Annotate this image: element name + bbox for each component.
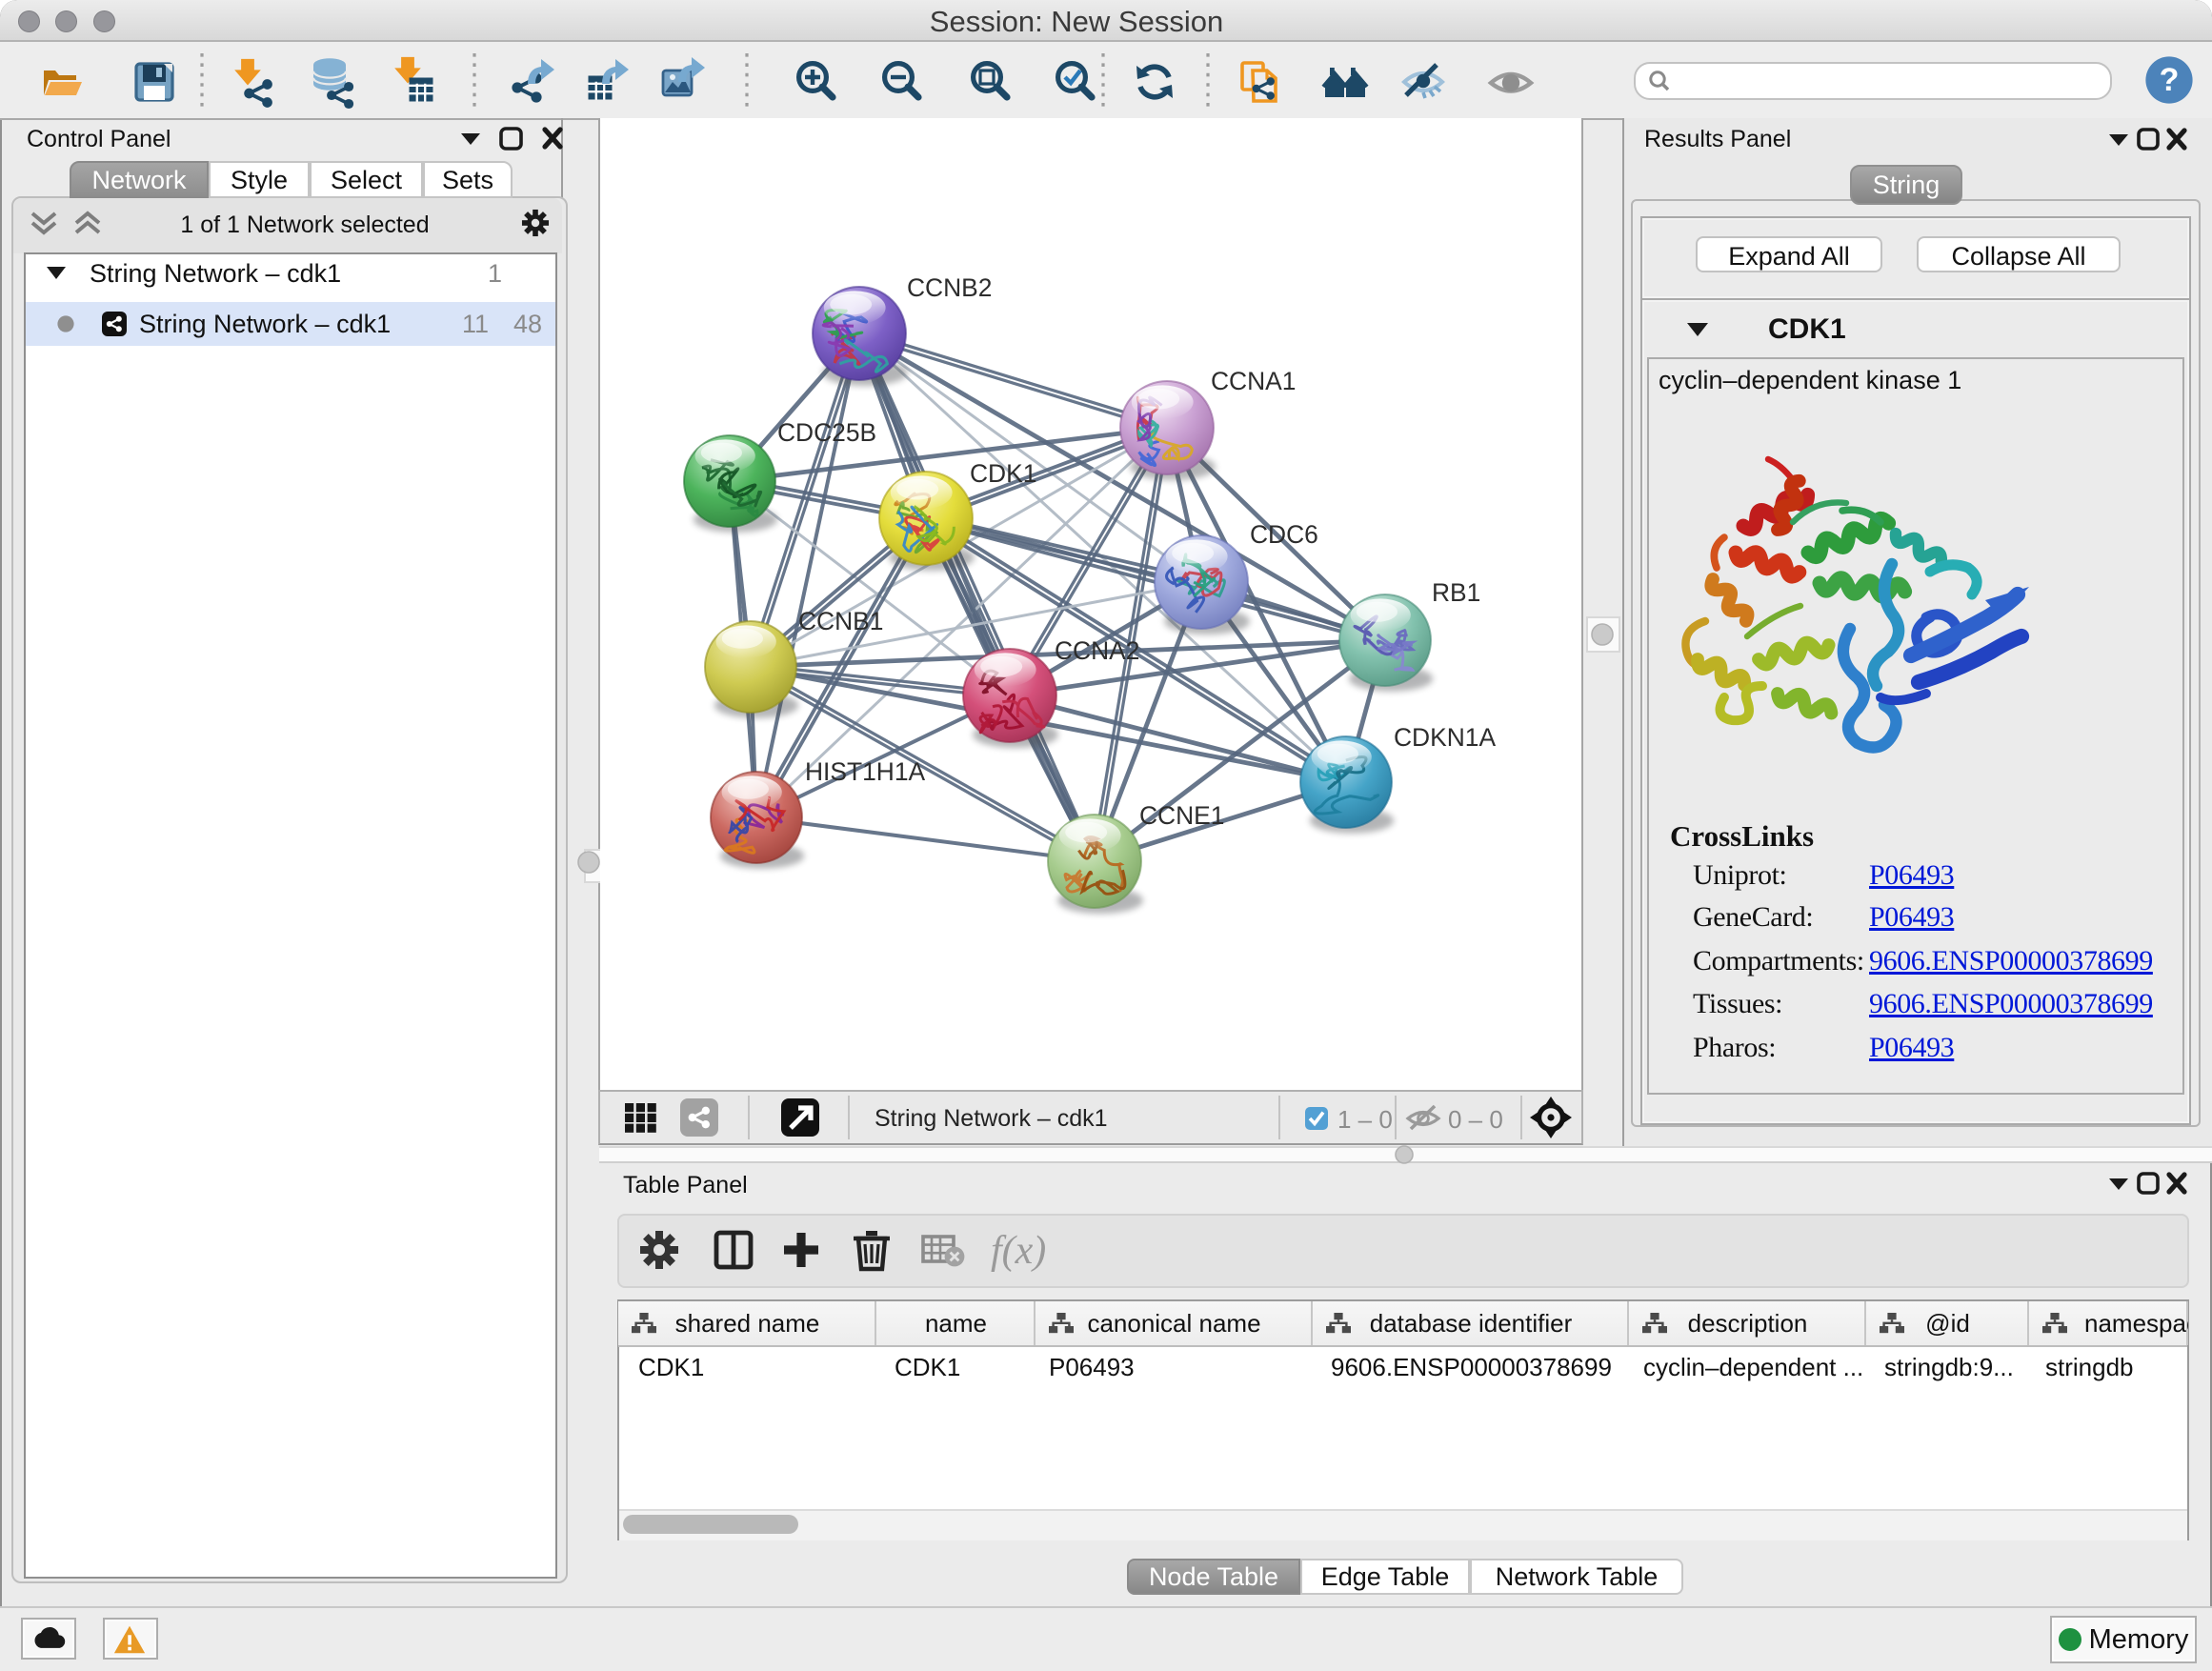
svg-text:CCNE1: CCNE1 bbox=[1139, 801, 1224, 830]
svg-text:String Network – cdk1: String Network – cdk1 bbox=[139, 310, 391, 338]
svg-text:CCNB1: CCNB1 bbox=[798, 607, 883, 635]
svg-text:CCNA1: CCNA1 bbox=[1211, 367, 1296, 395]
svg-text:String Network – cdk1: String Network – cdk1 bbox=[90, 259, 341, 288]
svg-text:48: 48 bbox=[513, 310, 542, 338]
svg-text:RB1: RB1 bbox=[1432, 578, 1480, 607]
svg-text:1: 1 bbox=[488, 259, 502, 288]
svg-text:CDC6: CDC6 bbox=[1250, 520, 1318, 549]
svg-text:CDC25B: CDC25B bbox=[777, 418, 876, 447]
svg-text:?: ? bbox=[2160, 62, 2180, 98]
svg-text:CDK1: CDK1 bbox=[970, 459, 1036, 488]
svg-text:CCNA2: CCNA2 bbox=[1055, 636, 1139, 665]
svg-text:11: 11 bbox=[462, 310, 489, 338]
svg-text:HIST1H1A: HIST1H1A bbox=[805, 757, 926, 786]
svg-text:CCNB2: CCNB2 bbox=[907, 273, 992, 302]
svg-text:f(x): f(x) bbox=[991, 1229, 1046, 1273]
svg-text:CDKN1A: CDKN1A bbox=[1394, 723, 1496, 752]
